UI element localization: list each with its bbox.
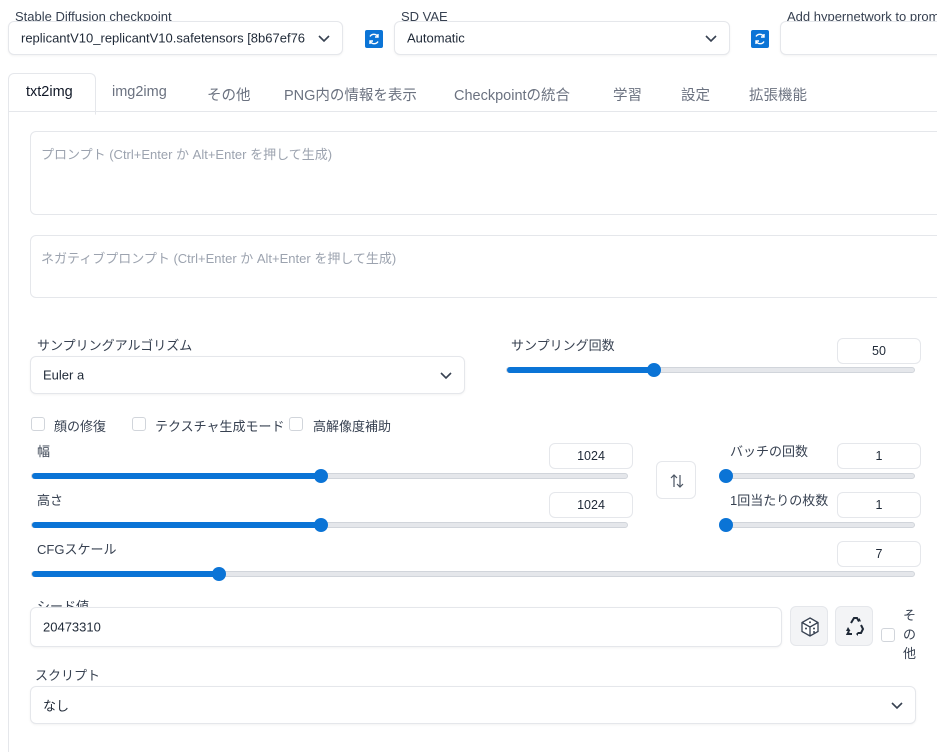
tiling-label: テクスチャ生成モード [155, 419, 285, 434]
tab-checkpoint-merger[interactable]: Checkpointの統合 [454, 84, 570, 105]
vae-dropdown[interactable]: Automatic [394, 21, 730, 55]
chevron-down-icon [705, 35, 717, 43]
batch-size-label: 1回当たりの枚数 [730, 493, 829, 508]
height-label: 高さ [37, 493, 64, 508]
chevron-down-icon [318, 35, 330, 43]
batch-size-slider[interactable] [719, 518, 915, 532]
batch-size-input[interactable]: 1 [837, 492, 921, 518]
checkpoint-refresh-button[interactable] [365, 30, 383, 48]
slider-thumb[interactable] [719, 518, 733, 532]
cfg-scale-input[interactable]: 7 [837, 541, 921, 567]
slider-thumb[interactable] [314, 518, 329, 532]
batch-count-label: バッチの回数 [730, 444, 809, 459]
script-label: スクリプト [35, 668, 101, 683]
checkpoint-value: replicantV10_replicantV10.safetensors [8… [21, 30, 306, 46]
cfg-scale-label: CFGスケール [37, 542, 117, 557]
cfg-scale-slider[interactable] [31, 567, 915, 581]
swap-vertical-icon [670, 474, 684, 488]
vae-value: Automatic [407, 30, 465, 46]
tab-png-info[interactable]: PNG内の情報を表示 [284, 84, 417, 105]
face-restore-label: 顔の修復 [54, 419, 107, 434]
chevron-down-icon [891, 702, 903, 710]
negative-prompt-placeholder: ネガティブプロンプト (Ctrl+Enter か Alt+Enter を押して生… [41, 251, 397, 266]
script-value: なし [43, 698, 70, 714]
tab-extras[interactable]: その他 [207, 84, 251, 105]
width-label: 幅 [37, 444, 51, 459]
negative-prompt-textarea[interactable]: ネガティブプロンプト (Ctrl+Enter か Alt+Enter を押して生… [30, 235, 937, 298]
slider-fill [32, 571, 219, 577]
dice-icon [801, 617, 819, 637]
sampling-method-label: サンプリングアルゴリズム [37, 338, 193, 353]
batch-count-input[interactable]: 1 [837, 443, 921, 469]
slider-thumb[interactable] [646, 363, 661, 377]
seed-input[interactable]: 20473310 [30, 607, 782, 647]
sampling-steps-input[interactable]: 50 [837, 338, 921, 364]
slider-fill [507, 367, 654, 373]
sampling-method-dropdown[interactable]: Euler a [30, 356, 465, 394]
width-slider[interactable] [31, 469, 628, 483]
hires-fix-checkbox[interactable] [289, 417, 303, 431]
slider-fill [32, 473, 322, 479]
sampling-steps-slider[interactable] [506, 363, 915, 377]
tab-txt2img[interactable]: txt2img [26, 84, 73, 100]
refresh-icon [755, 33, 765, 45]
height-slider[interactable] [31, 518, 628, 532]
hypernetwork-input[interactable] [780, 21, 937, 55]
script-dropdown[interactable]: なし [30, 686, 916, 724]
recycle-icon [845, 617, 865, 636]
chevron-down-icon [440, 372, 452, 380]
tab-settings[interactable]: 設定 [681, 84, 710, 105]
swap-dimensions-button[interactable] [656, 461, 696, 499]
width-input[interactable]: 1024 [549, 443, 633, 469]
seed-value: 20473310 [43, 619, 101, 635]
tab-extensions[interactable]: 拡張機能 [749, 84, 807, 105]
checkpoint-dropdown[interactable]: replicantV10_replicantV10.safetensors [8… [8, 21, 343, 55]
sampling-steps-label: サンプリング回数 [511, 338, 615, 353]
slider-thumb[interactable] [314, 469, 329, 483]
slider-thumb[interactable] [211, 567, 226, 581]
refresh-icon [369, 33, 379, 45]
slider-fill [32, 522, 322, 528]
prompt-textarea[interactable]: プロンプト (Ctrl+Enter か Alt+Enter を押して生成) [30, 131, 937, 215]
tiling-checkbox[interactable] [132, 417, 146, 431]
seed-extra-label: その他 [903, 608, 917, 661]
hires-fix-label: 高解像度補助 [313, 419, 392, 434]
tab-train[interactable]: 学習 [613, 84, 642, 105]
vae-refresh-button[interactable] [751, 30, 769, 48]
tab-img2img[interactable]: img2img [112, 84, 167, 100]
random-seed-button[interactable] [790, 606, 828, 646]
batch-count-slider[interactable] [719, 469, 915, 483]
height-input[interactable]: 1024 [549, 492, 633, 518]
slider-thumb[interactable] [719, 469, 733, 483]
prompt-placeholder: プロンプト (Ctrl+Enter か Alt+Enter を押して生成) [41, 147, 333, 162]
reuse-seed-button[interactable] [835, 606, 873, 646]
seed-extra-checkbox[interactable] [881, 628, 895, 642]
face-restore-checkbox[interactable] [31, 417, 45, 431]
sampling-method-value: Euler a [43, 367, 85, 383]
